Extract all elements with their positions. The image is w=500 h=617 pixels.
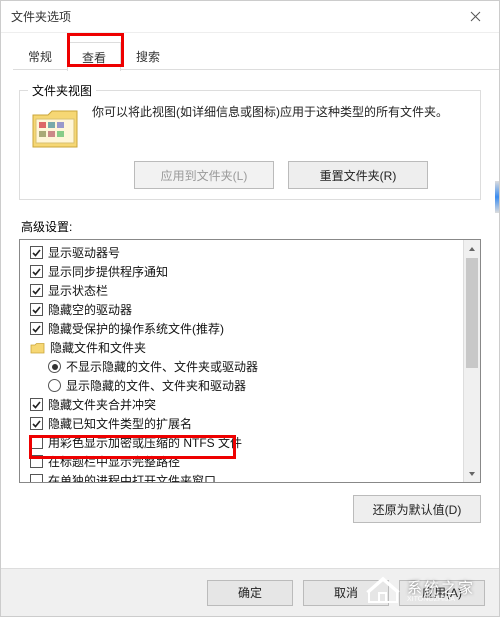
setting-label: 显示同步提供程序通知 (48, 263, 168, 280)
advanced-settings-label: 高级设置: (21, 218, 481, 235)
tab-label: 搜索 (136, 50, 160, 64)
setting-label: 不显示隐藏的文件、文件夹或驱动器 (66, 358, 258, 375)
setting-item[interactable]: 隐藏已知文件类型的扩展名 (20, 414, 480, 433)
radio-icon[interactable] (48, 360, 61, 373)
tab-general[interactable]: 常规 (13, 41, 67, 70)
folder-views-group: 文件夹视图 你可以将此视图(如详细信息或图标)应用于这种类型的所有文件夹。 (19, 90, 481, 200)
setting-item[interactable]: 隐藏空的驱动器 (20, 300, 480, 319)
setting-label: 在标题栏中显示完整路径 (48, 453, 180, 470)
close-icon (470, 11, 481, 22)
watermark: 系统之家 XITONGZHIJIA (365, 570, 493, 610)
checkbox-icon[interactable] (30, 303, 43, 316)
scroll-down-button[interactable] (464, 465, 480, 482)
button-label: 确定 (238, 584, 262, 601)
setting-item[interactable]: 不显示隐藏的文件、文件夹或驱动器 (20, 357, 480, 376)
checkbox-icon[interactable] (30, 322, 43, 335)
setting-item[interactable]: 隐藏受保护的操作系统文件(推荐) (20, 319, 480, 338)
checkbox-icon[interactable] (30, 455, 43, 468)
side-strip-decoration (495, 181, 499, 213)
checkbox-icon[interactable] (30, 246, 43, 259)
folder-small-icon (30, 341, 45, 355)
scroll-up-button[interactable] (464, 240, 480, 257)
setting-item[interactable]: 隐藏文件和文件夹 (20, 338, 480, 357)
checkbox-icon[interactable] (30, 265, 43, 278)
button-label: 还原为默认值(D) (373, 501, 462, 518)
chevron-down-icon (468, 470, 476, 478)
setting-label: 隐藏空的驱动器 (48, 301, 132, 318)
tab-search[interactable]: 搜索 (121, 41, 175, 70)
setting-item[interactable]: 显示隐藏的文件、文件夹和驱动器 (20, 376, 480, 395)
reset-folders-button[interactable]: 重置文件夹(R) (288, 161, 428, 189)
advanced-settings-list[interactable]: 显示驱动器号显示同步提供程序通知显示状态栏隐藏空的驱动器隐藏受保护的操作系统文件… (19, 239, 481, 483)
tab-content: 文件夹视图 你可以将此视图(如详细信息或图标)应用于这种类型的所有文件夹。 (1, 70, 499, 533)
restore-defaults-button[interactable]: 还原为默认值(D) (353, 495, 481, 523)
button-label: 取消 (334, 584, 358, 601)
scrollbar-thumb[interactable] (466, 258, 478, 368)
window-title: 文件夹选项 (11, 8, 71, 25)
setting-label: 用彩色显示加密或压缩的 NTFS 文件 (48, 434, 242, 451)
ok-button[interactable]: 确定 (207, 580, 293, 606)
setting-item[interactable]: 用彩色显示加密或压缩的 NTFS 文件 (20, 433, 480, 452)
checkbox-icon[interactable] (30, 436, 43, 449)
tab-label: 查看 (82, 51, 106, 65)
setting-label: 显示状态栏 (48, 282, 108, 299)
radio-icon[interactable] (48, 379, 61, 392)
setting-item[interactable]: 在标题栏中显示完整路径 (20, 452, 480, 471)
setting-label: 显示驱动器号 (48, 244, 120, 261)
checkbox-icon[interactable] (30, 417, 43, 430)
setting-item[interactable]: 显示驱动器号 (20, 243, 480, 262)
button-label: 应用到文件夹(L) (161, 167, 248, 184)
setting-item[interactable]: 在单独的进程中打开文件夹窗口 (20, 471, 480, 483)
setting-item[interactable]: 隐藏文件夹合并冲突 (20, 395, 480, 414)
checkbox-icon[interactable] (30, 474, 43, 483)
setting-item[interactable]: 显示同步提供程序通知 (20, 262, 480, 281)
setting-label: 显示隐藏的文件、文件夹和驱动器 (66, 377, 246, 394)
folder-views-description: 你可以将此视图(如详细信息或图标)应用于这种类型的所有文件夹。 (92, 103, 448, 151)
chevron-up-icon (468, 245, 476, 253)
setting-label: 隐藏受保护的操作系统文件(推荐) (48, 320, 224, 337)
checkbox-icon[interactable] (30, 284, 43, 297)
folder-icon (30, 103, 82, 151)
watermark-subtext: XITONGZHIJIA (407, 596, 475, 603)
setting-item[interactable]: 显示状态栏 (20, 281, 480, 300)
setting-label: 隐藏文件和文件夹 (50, 339, 146, 356)
button-label: 重置文件夹(R) (320, 167, 397, 184)
house-icon (365, 576, 401, 604)
folder-options-dialog: 文件夹选项 常规 查看 搜索 文件夹视图 (0, 0, 500, 617)
apply-to-folders-button[interactable]: 应用到文件夹(L) (134, 161, 274, 189)
setting-label: 隐藏已知文件类型的扩展名 (48, 415, 192, 432)
setting-label: 在单独的进程中打开文件夹窗口 (48, 472, 216, 483)
checkbox-icon[interactable] (30, 398, 43, 411)
tab-view[interactable]: 查看 (67, 42, 121, 71)
setting-label: 隐藏文件夹合并冲突 (48, 396, 156, 413)
scrollbar-vertical[interactable] (463, 240, 480, 482)
tab-strip: 常规 查看 搜索 (1, 33, 499, 70)
watermark-text: 系统之家 (407, 577, 475, 598)
tab-label: 常规 (28, 50, 52, 64)
group-title: 文件夹视图 (28, 82, 96, 99)
titlebar: 文件夹选项 (1, 1, 499, 33)
close-button[interactable] (457, 3, 493, 31)
